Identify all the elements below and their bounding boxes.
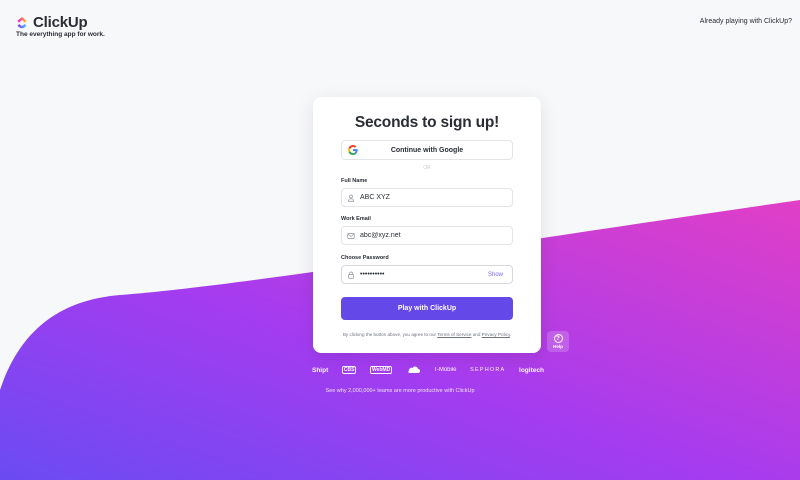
signup-card: Seconds to sign up! Continue with Google… (313, 97, 541, 353)
privacy-policy-link[interactable]: Privacy Policy (482, 332, 510, 337)
mail-icon (347, 232, 355, 239)
user-icon (347, 194, 355, 202)
full-name-label: Full Name (341, 178, 368, 184)
clickup-logo-icon (17, 16, 27, 28)
password-label: Choose Password (341, 255, 389, 261)
tagline: The everything app for work. (16, 31, 105, 38)
brand-logos: Shipt CBS WebMD T-Mobile SEPHORA logitec… (312, 366, 544, 374)
terms-text: By clicking the button above, you agree … (327, 332, 527, 337)
show-password-toggle[interactable]: Show (488, 272, 512, 278)
google-button-label: Continue with Google (390, 146, 464, 154)
terms-prefix: By clicking the button above, you agree … (342, 332, 438, 337)
brand-tmobile: T-Mobile (433, 367, 457, 373)
already-playing-link[interactable]: Already playing with ClickUp? (700, 18, 792, 25)
brand-cbs: CBS (341, 366, 357, 374)
password-input[interactable] (360, 271, 483, 278)
full-name-field[interactable] (341, 188, 513, 207)
or-divider: OR (423, 165, 431, 171)
logo-text: ClickUp (33, 14, 88, 31)
terms-and: and (471, 332, 482, 337)
terms-of-service-link[interactable]: Terms of Service (437, 332, 471, 337)
full-name-input[interactable] (360, 194, 512, 201)
question-icon: ? (553, 334, 563, 343)
google-icon (348, 145, 358, 155)
help-label: Help (553, 344, 563, 349)
work-email-field[interactable] (341, 226, 513, 245)
continue-with-google-button[interactable]: Continue with Google (341, 140, 513, 160)
brand-shipt: Shipt (312, 366, 329, 374)
play-with-clickup-button[interactable]: Play with ClickUp (341, 297, 513, 320)
clickup-logo[interactable]: ClickUp (16, 14, 88, 31)
brand-webmd: WebMD (370, 366, 393, 374)
work-email-input[interactable] (360, 232, 512, 239)
password-field[interactable]: Show (341, 265, 513, 284)
brand-sephora: SEPHORA (470, 367, 506, 373)
lock-icon (348, 271, 354, 279)
work-email-label: Work Email (341, 216, 371, 222)
help-button[interactable]: ? Help (547, 331, 569, 352)
cloudflare-icon (408, 366, 420, 373)
terms-suffix: . (509, 332, 512, 337)
brands-caption: See why 2,000,000+ teams are more produc… (325, 388, 475, 394)
form-title: Seconds to sign up! (354, 114, 500, 131)
brand-logitech: logitech (519, 366, 544, 374)
